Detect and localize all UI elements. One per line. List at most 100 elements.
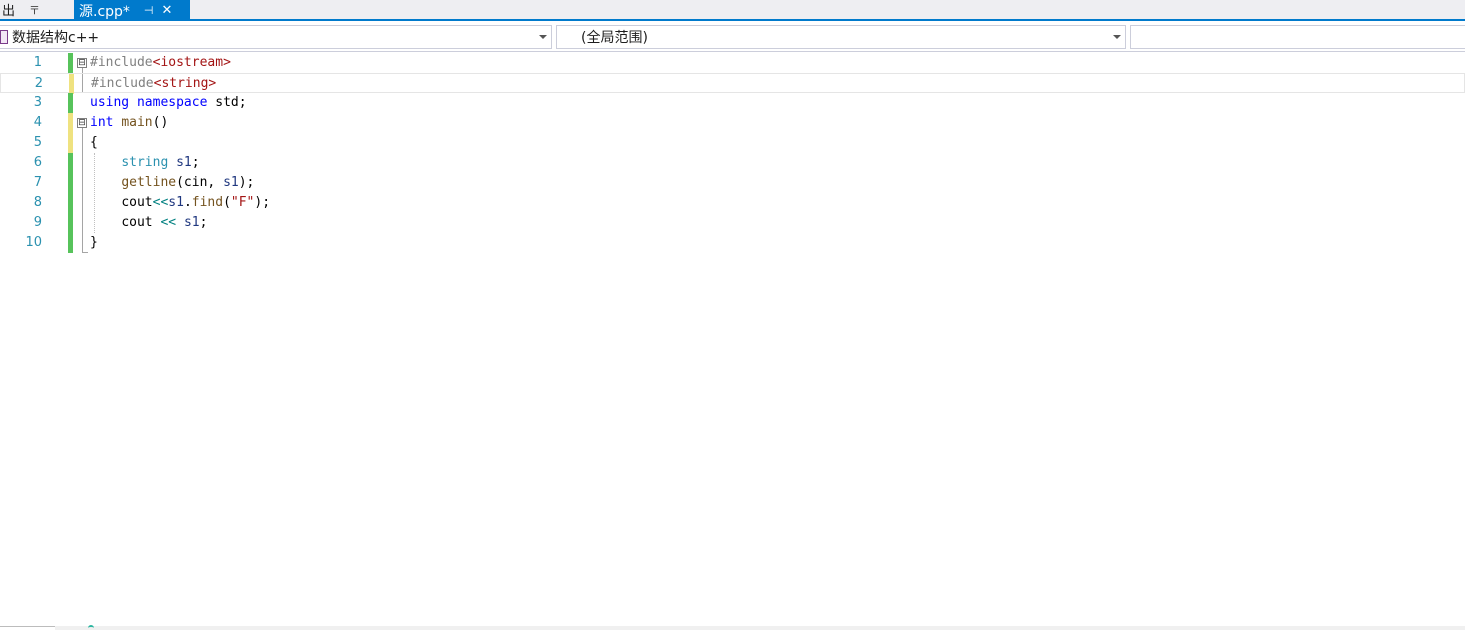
code-line[interactable]: 4 ⊟ int main() xyxy=(0,113,1465,133)
code-text: getline(cin, s1); xyxy=(90,173,254,193)
change-marker xyxy=(68,133,73,153)
line-number: 10 xyxy=(25,235,42,250)
code-token: << xyxy=(160,215,177,230)
line-number: 2 xyxy=(34,76,43,91)
chevron-down-icon[interactable] xyxy=(1113,35,1121,39)
change-marker xyxy=(68,233,73,253)
code-text: } xyxy=(90,233,98,253)
code-token: s1 xyxy=(183,215,200,230)
change-marker xyxy=(68,153,73,173)
project-icon xyxy=(0,30,8,44)
line-number: 4 xyxy=(33,115,42,130)
line-number: 9 xyxy=(33,215,42,230)
change-marker xyxy=(68,113,73,133)
change-marker xyxy=(68,53,73,73)
code-line[interactable]: 9 cout << s1; xyxy=(0,213,1465,233)
code-line[interactable]: 5{ xyxy=(0,133,1465,153)
change-marker xyxy=(68,213,73,233)
code-token: main xyxy=(121,115,153,130)
project-dropdown-label: 数据结构c++ xyxy=(12,30,100,46)
document-tab-strip: 出 〒 源.cpp* ⊣ ✕ xyxy=(0,0,1465,21)
fold-collapse-icon[interactable]: ⊟ xyxy=(77,118,87,128)
code-text: string s1; xyxy=(90,153,200,173)
code-token: } xyxy=(90,235,98,250)
pin-icon[interactable]: ⊣ xyxy=(144,4,154,17)
code-token: () xyxy=(152,115,169,130)
code-token: cout xyxy=(121,215,153,230)
code-token: s1 xyxy=(168,195,184,210)
scope-dropdown[interactable]: (全局范围) xyxy=(556,25,1126,49)
code-token: cout xyxy=(121,195,153,210)
code-line[interactable]: 2 #include<string> xyxy=(0,73,1465,94)
line-number: 7 xyxy=(33,175,42,190)
line-number: 5 xyxy=(33,135,42,150)
code-text: int main() xyxy=(90,113,168,133)
code-text: #include<string> xyxy=(91,74,216,94)
code-token: ; xyxy=(191,155,200,170)
code-token: "F" xyxy=(230,195,255,210)
code-token: #include xyxy=(91,76,154,91)
code-token: std; xyxy=(207,95,247,110)
code-text: #include<iostream> xyxy=(90,53,231,73)
code-token: using xyxy=(90,95,130,110)
tab-source-cpp[interactable]: 源.cpp* ⊣ ✕ xyxy=(74,0,190,21)
code-token: ( xyxy=(223,195,231,210)
code-token: s1 xyxy=(176,155,192,170)
code-text: { xyxy=(90,133,98,153)
code-token: find xyxy=(191,195,224,210)
editor-bottom-divider xyxy=(0,626,55,627)
change-marker xyxy=(69,74,74,94)
tab-source-cpp-label: 源.cpp* xyxy=(79,3,130,20)
code-text: using namespace std; xyxy=(90,93,247,113)
line-number: 8 xyxy=(33,195,42,210)
change-marker xyxy=(68,193,73,213)
line-number: 6 xyxy=(33,155,42,170)
code-line[interactable]: 8 cout<<s1.find("F"); xyxy=(0,193,1465,213)
code-editor[interactable]: 1 ⊟ #include<iostream> 2 #include<string> 3 us… xyxy=(0,53,1465,630)
code-token: int xyxy=(90,115,114,130)
code-token: ); xyxy=(238,175,255,190)
code-token: << xyxy=(152,195,169,210)
code-line[interactable]: 6 string s1; xyxy=(0,153,1465,173)
code-token: . xyxy=(183,195,192,210)
code-line[interactable]: 1 ⊟ #include<iostream> xyxy=(0,53,1465,73)
code-line[interactable]: 10} xyxy=(0,233,1465,253)
code-token: namespace xyxy=(136,95,208,110)
status-indicator-icon xyxy=(88,625,94,629)
code-text: cout << s1; xyxy=(90,213,207,233)
code-token: s1 xyxy=(223,175,239,190)
pin-icon[interactable]: 〒 xyxy=(29,2,40,18)
code-token: ; xyxy=(199,215,208,230)
close-icon[interactable]: ✕ xyxy=(162,3,173,18)
code-token: { xyxy=(90,135,98,150)
line-number: 1 xyxy=(33,55,42,70)
member-dropdown[interactable] xyxy=(1130,25,1465,49)
project-dropdown[interactable]: 数据结构c++ xyxy=(0,25,552,49)
code-token: <iostream> xyxy=(152,55,231,70)
code-token: #include xyxy=(90,55,153,70)
change-marker xyxy=(68,173,73,193)
fold-collapse-icon[interactable]: ⊟ xyxy=(77,58,87,68)
line-number: 3 xyxy=(33,95,42,110)
scope-dropdown-label: (全局范围) xyxy=(581,30,648,46)
code-line[interactable]: 7 getline(cin, s1); xyxy=(0,173,1465,193)
tab-output-label: 出 xyxy=(2,4,16,19)
tab-output[interactable]: 出 〒 xyxy=(0,0,70,20)
code-token: getline xyxy=(121,175,177,190)
horizontal-scrollbar[interactable] xyxy=(55,626,1465,630)
code-token: <string> xyxy=(153,76,217,91)
code-token: (cin, xyxy=(176,175,224,190)
change-marker xyxy=(68,93,73,113)
navigation-bar: 数据结构c++ (全局范围) xyxy=(0,22,1465,52)
code-token: ); xyxy=(254,195,271,210)
code-token: string xyxy=(121,155,169,170)
code-line[interactable]: 3 using namespace std; xyxy=(0,93,1465,113)
chevron-down-icon[interactable] xyxy=(539,35,547,39)
